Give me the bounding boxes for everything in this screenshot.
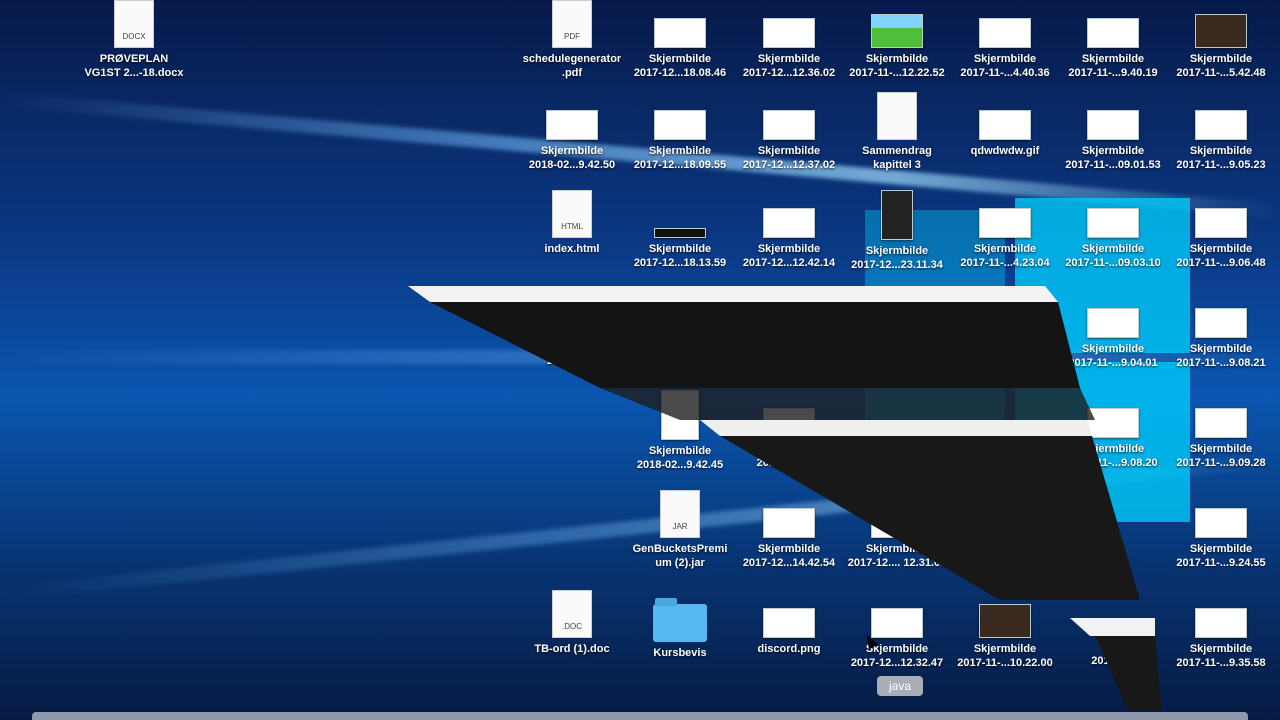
dock[interactable] <box>32 712 1248 720</box>
dock-tooltip: java <box>877 676 923 696</box>
minimizing-window <box>408 286 1162 710</box>
